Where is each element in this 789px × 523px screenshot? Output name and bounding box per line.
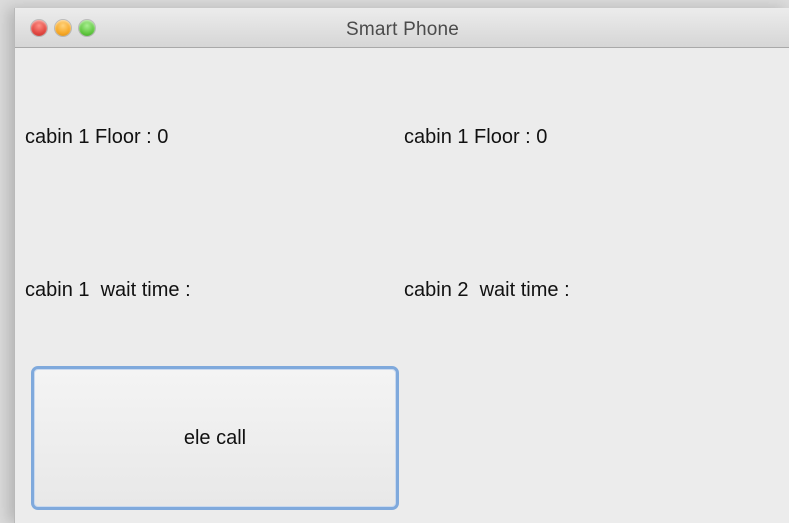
ele-call-button[interactable]: ele call [31, 366, 399, 510]
cabin-1-wait-time-label: cabin 1 wait time : [25, 279, 191, 301]
smart-phone-window: Smart Phone cabin 1 Floor : 0 cabin 1 Fl… [14, 8, 789, 523]
window-titlebar[interactable]: Smart Phone [15, 8, 789, 48]
cabin-2-wait-time-label: cabin 2 wait time : [404, 279, 570, 301]
cabin-1-floor-label-left: cabin 1 Floor : 0 [25, 126, 169, 148]
window-title: Smart Phone [345, 19, 460, 40]
cabin-1-floor-label-right: cabin 1 Floor : 0 [404, 126, 548, 148]
